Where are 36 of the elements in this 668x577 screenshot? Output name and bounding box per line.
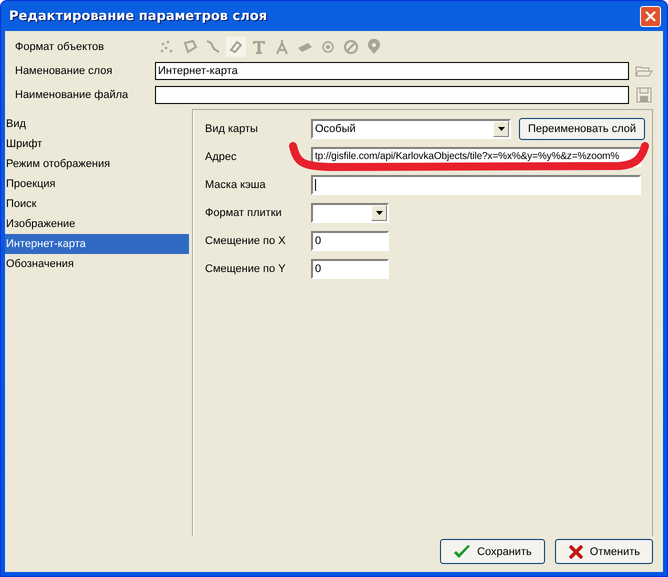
tile-format-label: Формат плитки [205, 207, 283, 219]
offset-y-field[interactable]: 0 [311, 259, 389, 279]
prohibited-icon[interactable] [341, 37, 361, 57]
file-name-label: Наименование файла [15, 89, 130, 101]
sidebar-item[interactable]: Проекция [5, 174, 189, 194]
map-type-label: Вид карты [205, 123, 259, 135]
tile-format-dropdown[interactable] [311, 203, 389, 223]
cache-mask-field[interactable] [311, 175, 641, 195]
rename-layer-button[interactable]: Переименовать слой [519, 118, 646, 140]
sidebar-item[interactable]: Изображение [5, 214, 189, 234]
offset-x-field[interactable]: 0 [311, 231, 389, 251]
file-name-field[interactable] [155, 86, 629, 104]
sidebar-item[interactable]: Обозначения [5, 254, 189, 274]
dropdown-arrow-icon [498, 127, 504, 131]
sidebar-item[interactable]: Вид [5, 114, 189, 134]
window-title: Редактирование параметров слоя [9, 8, 268, 24]
offset-y-label: Смещение по Y [205, 263, 287, 275]
dropdown-arrow-icon [376, 211, 382, 215]
save-button[interactable]: Сохранить [440, 539, 545, 564]
offset-x-label: Смещение по X [205, 235, 287, 247]
sidebar-item[interactable]: Поиск [5, 194, 189, 214]
layer-name-label: Наменование слоя [15, 65, 114, 77]
format-label: Формат объектов [15, 41, 105, 53]
map-type-dropdown[interactable]: Особый [311, 119, 511, 139]
cross-icon [568, 544, 584, 560]
close-button[interactable]: × [640, 6, 661, 26]
cache-mask-label: Маска кэша [205, 179, 267, 191]
sidebar-item[interactable]: Режим отображения [5, 154, 189, 174]
shape-icon[interactable] [226, 37, 246, 57]
checkmark-icon [453, 544, 472, 560]
address-label: Адрес [205, 151, 238, 163]
save-icon[interactable] [635, 87, 653, 103]
sidebar-item[interactable]: Интернет-карта [5, 234, 189, 254]
cancel-button[interactable]: Отменить [554, 539, 653, 564]
sidebar-item[interactable]: Шрифт [5, 134, 189, 154]
layer-name-field[interactable]: Интернет-карта [155, 62, 629, 80]
